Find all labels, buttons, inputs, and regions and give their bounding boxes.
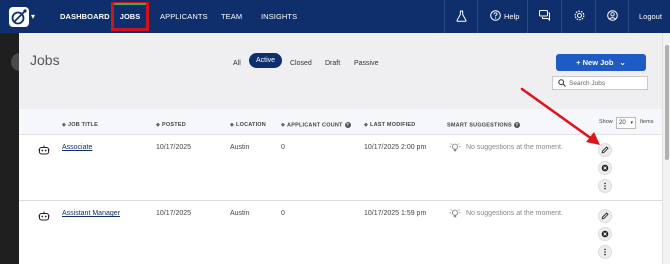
col-smart-suggestions: SMART SUGGESTIONS? bbox=[447, 122, 520, 128]
show-label: Show bbox=[599, 119, 613, 125]
info-icon[interactable]: ? bbox=[513, 122, 520, 128]
last-modified: 10/17/2025 2:00 pm bbox=[364, 144, 427, 151]
filter-all[interactable]: All bbox=[233, 60, 241, 67]
new-job-label: + New Job bbox=[576, 58, 614, 67]
filter-draft[interactable]: Draft bbox=[325, 60, 340, 67]
col-location-label: LOCATION bbox=[236, 122, 266, 128]
gear-icon bbox=[574, 10, 585, 21]
job-title-link[interactable]: Associate bbox=[62, 144, 92, 151]
sort-icon: ◆ bbox=[62, 122, 67, 128]
sort-icon: ◆ bbox=[364, 122, 369, 128]
col-posted[interactable]: ◆ POSTED bbox=[156, 122, 186, 128]
logout-label: Logout bbox=[639, 12, 662, 21]
nav-applicants[interactable]: APPLICANTS bbox=[160, 0, 208, 33]
col-applicant-count-label: APPLICANT COUNT bbox=[287, 122, 343, 129]
messages-button[interactable] bbox=[527, 0, 561, 33]
pencil-icon bbox=[601, 146, 609, 154]
pencil-icon bbox=[601, 212, 609, 220]
lightbulb-icon bbox=[449, 143, 461, 152]
nav-insights[interactable]: INSIGHTS bbox=[261, 0, 297, 33]
page-size-select[interactable]: 20 ▾ bbox=[616, 117, 636, 129]
close-circle-icon bbox=[601, 230, 609, 238]
suggestion-text: No suggestions at the moment. bbox=[466, 210, 563, 217]
chevron-down-icon: ▾ bbox=[630, 120, 633, 126]
filter-active[interactable]: Active bbox=[249, 53, 282, 68]
main-content: Jobs All Active Closed Draft Passive + N… bbox=[19, 33, 662, 264]
col-smart-suggestions-label: SMART SUGGESTIONS bbox=[447, 122, 512, 129]
location: Austin bbox=[230, 144, 250, 151]
close-circle-icon bbox=[601, 164, 609, 172]
col-last-modified-label: LAST MODIFIED bbox=[370, 122, 416, 128]
logout-button[interactable]: Logout bbox=[628, 0, 670, 33]
sort-icon: ◆ bbox=[230, 122, 235, 128]
logo-chevron-down-icon[interactable]: ▾ bbox=[31, 12, 35, 21]
nav-dashboard[interactable]: DASHBOARD bbox=[60, 0, 110, 33]
job-title-link[interactable]: Assistant Manager bbox=[62, 210, 120, 217]
last-modified: 10/17/2025 1:59 pm bbox=[364, 210, 427, 217]
edit-job-button[interactable] bbox=[598, 143, 612, 157]
col-job-title-label: JOB TITLE bbox=[68, 122, 98, 128]
table-header: ◆ JOB TITLE ◆ POSTED ◆ LOCATION ◆ APPLICANT … bbox=[19, 109, 662, 135]
table-row: Associate 10/17/2025 Austin 0 10/17/2025… bbox=[19, 135, 662, 201]
more-vertical-icon bbox=[604, 248, 606, 256]
robot-icon bbox=[38, 211, 50, 221]
location: Austin bbox=[230, 210, 250, 217]
lightbulb-icon bbox=[449, 209, 461, 218]
edit-job-button[interactable] bbox=[598, 209, 612, 223]
page-title: Jobs bbox=[30, 52, 60, 68]
nav-jobs-highlight: JOBS bbox=[111, 2, 149, 31]
account-button[interactable] bbox=[595, 0, 628, 33]
close-job-button[interactable] bbox=[598, 161, 612, 175]
help-button[interactable]: Help bbox=[477, 0, 527, 33]
user-icon bbox=[607, 10, 618, 21]
applicant-count: 0 bbox=[281, 210, 285, 217]
jobs-header: Jobs All Active Closed Draft Passive + N… bbox=[19, 33, 662, 109]
settings-button[interactable] bbox=[561, 0, 595, 33]
filter-passive[interactable]: Passive bbox=[354, 60, 379, 67]
labs-button[interactable] bbox=[444, 0, 477, 33]
items-label: Items bbox=[640, 119, 654, 125]
posted-date: 10/17/2025 bbox=[156, 144, 192, 151]
filter-closed[interactable]: Closed bbox=[290, 60, 312, 67]
col-last-modified[interactable]: ◆ LAST MODIFIED bbox=[364, 122, 415, 128]
page-size-value: 20 bbox=[619, 120, 626, 126]
info-icon[interactable]: ? bbox=[344, 122, 351, 128]
sort-icon: ◆ bbox=[281, 122, 286, 129]
col-posted-label: POSTED bbox=[162, 122, 186, 128]
chat-icon bbox=[539, 10, 550, 21]
search-input[interactable] bbox=[569, 77, 645, 89]
page-scrollbar[interactable] bbox=[662, 33, 670, 264]
applicant-count: 0 bbox=[281, 144, 285, 151]
table-row: Assistant Manager 10/17/2025 Austin 0 10… bbox=[19, 201, 662, 264]
more-options-button[interactable] bbox=[598, 179, 612, 193]
nav-team[interactable]: TEAM bbox=[221, 0, 242, 33]
suggestion-text: No suggestions at the moment. bbox=[466, 144, 563, 151]
col-location[interactable]: ◆ LOCATION bbox=[230, 122, 266, 128]
sort-icon: ◆ bbox=[156, 122, 161, 128]
more-vertical-icon bbox=[604, 182, 606, 190]
app-logo-icon[interactable] bbox=[9, 7, 29, 27]
top-navigation: ▾ DASHBOARD JOBS APPLICANTS TEAM INSIGHT… bbox=[0, 0, 670, 33]
robot-icon bbox=[38, 145, 50, 155]
col-job-title[interactable]: ◆ JOB TITLE bbox=[62, 122, 98, 128]
search-icon bbox=[558, 79, 566, 87]
flask-icon bbox=[456, 10, 467, 22]
chevron-down-icon: ⌄ bbox=[619, 58, 626, 67]
col-applicant-count[interactable]: ◆ APPLICANT COUNT? bbox=[281, 122, 351, 128]
posted-date: 10/17/2025 bbox=[156, 210, 192, 217]
scrollbar-thumb[interactable] bbox=[665, 45, 669, 160]
search-jobs[interactable] bbox=[552, 76, 648, 90]
help-label: Help bbox=[504, 12, 520, 21]
help-icon bbox=[490, 10, 501, 21]
nav-jobs[interactable]: JOBS bbox=[114, 5, 146, 28]
new-job-button[interactable]: + New Job ⌄ bbox=[556, 54, 646, 71]
more-options-button[interactable] bbox=[598, 245, 612, 259]
close-job-button[interactable] bbox=[598, 227, 612, 241]
